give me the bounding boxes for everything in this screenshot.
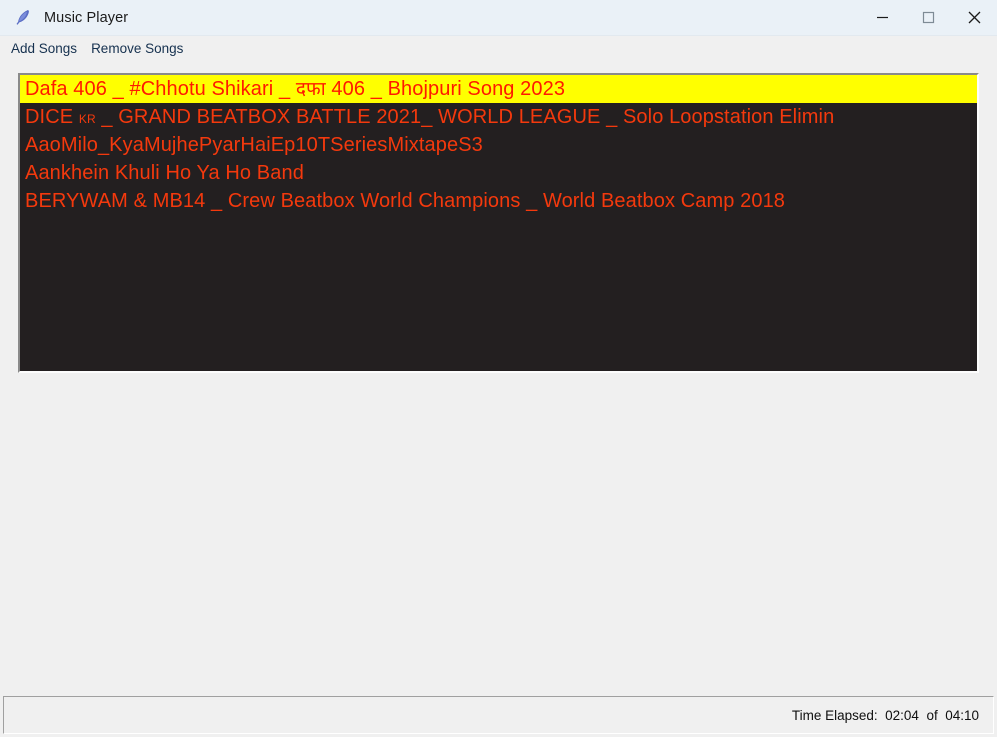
maximize-button[interactable] xyxy=(905,0,951,36)
list-item[interactable]: AaoMilo_KyaMujhePyarHaiEp10TSeriesMixtap… xyxy=(20,131,977,159)
playlist-listbox[interactable]: Dafa 406 _ #Chhotu Shikari _ दफा 406 _ B… xyxy=(18,73,979,373)
menu-add-songs[interactable]: Add Songs xyxy=(4,39,84,58)
list-item-label-0: Dafa 406 _ #Chhotu Shikari _ दफा 406 _ B… xyxy=(25,78,566,100)
menu-bar: Add Songs Remove Songs xyxy=(0,36,997,61)
list-item[interactable]: BERYWAM & MB14 _ Crew Beatbox World Cham… xyxy=(20,187,977,215)
minimize-button[interactable] xyxy=(859,0,905,36)
title-bar: Music Player xyxy=(0,0,997,36)
list-item-label-1: DICE KR _ GRAND BEATBOX BATTLE 2021_ WOR… xyxy=(25,106,835,128)
time-elapsed-status: Time Elapsed: 02:04 of 04:10 xyxy=(791,707,979,723)
feather-icon xyxy=(8,3,38,33)
list-item[interactable]: DICE KR _ GRAND BEATBOX BATTLE 2021_ WOR… xyxy=(20,103,977,131)
status-bar: Time Elapsed: 02:04 of 04:10 xyxy=(3,696,994,734)
list-item[interactable]: Aankhein Khuli Ho Ya Ho Band xyxy=(20,159,977,187)
controls-area: Volume xyxy=(0,373,997,696)
menu-remove-songs[interactable]: Remove Songs xyxy=(84,39,190,58)
music-player-window: Music Player Add Songs Remove Songs Dafa… xyxy=(0,0,997,737)
list-item[interactable]: Dafa 406 _ #Chhotu Shikari _ दफा 406 _ B… xyxy=(20,75,977,103)
close-button[interactable] xyxy=(951,0,997,36)
window-title: Music Player xyxy=(44,9,129,26)
